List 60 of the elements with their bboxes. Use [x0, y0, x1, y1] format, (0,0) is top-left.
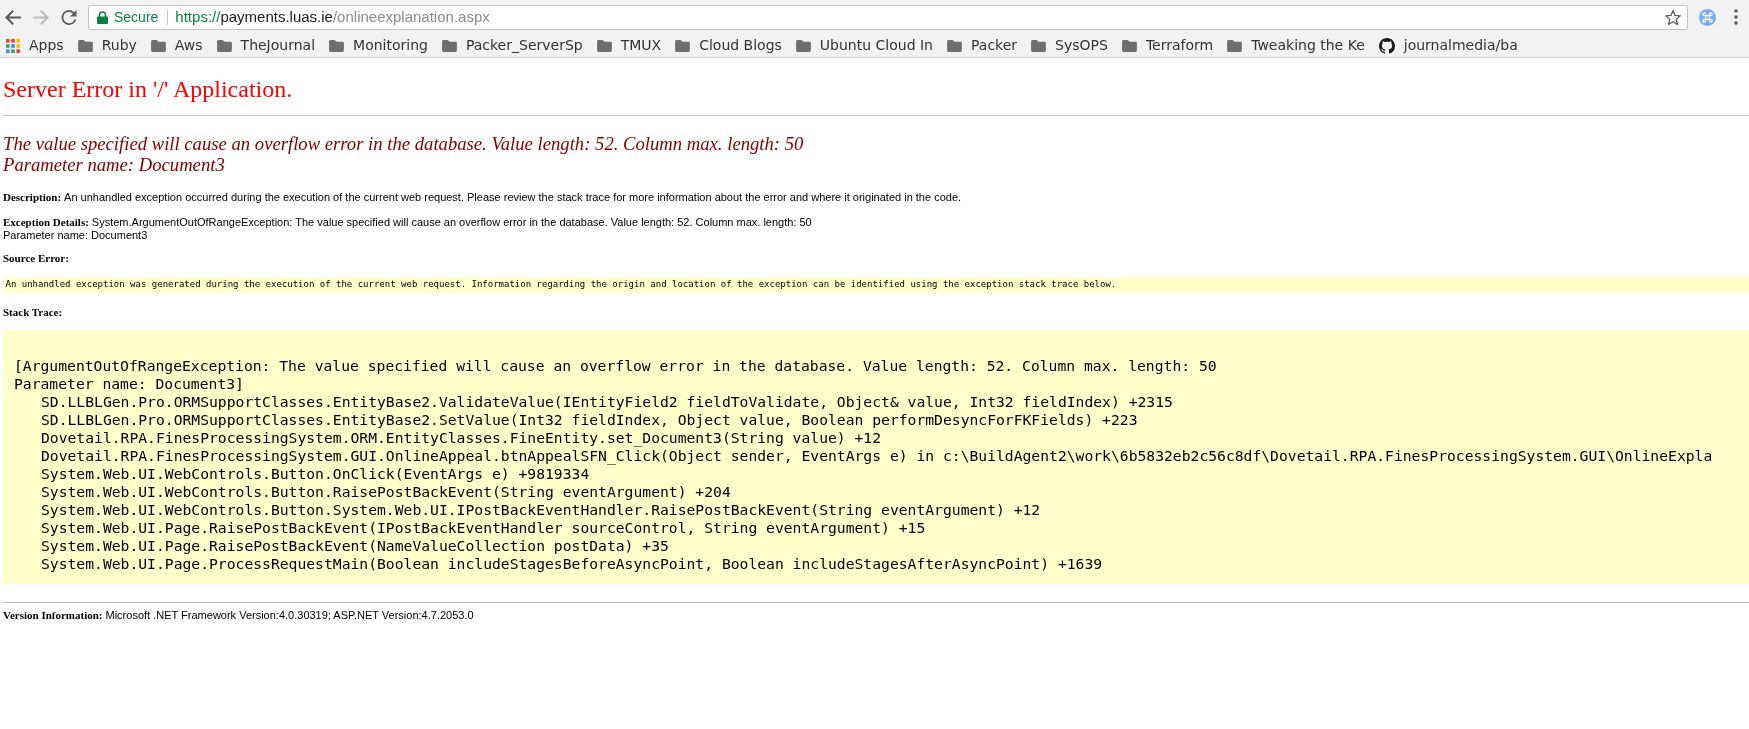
address-bar[interactable]: Secure https://payments.luas.ie/onlineexplanation.aspx	[88, 4, 1688, 30]
stack-trace-line: System.Web.UI.WebControls.Button.RaisePostBackEvent(String eventArgument) +204	[41, 483, 731, 501]
description-text: An unhandled exception occurred during the execution of the current web request. Please review the stack trace for more information about the error and where it originated in the code.	[64, 191, 962, 204]
page-title: Server Error in '/' Application.	[3, 75, 293, 103]
folder-icon	[216, 39, 232, 52]
source-error-label: Source Error:	[3, 251, 69, 265]
bookmark-item[interactable]: Ruby	[77, 34, 137, 57]
folder-icon	[795, 39, 811, 52]
folder-icon	[1031, 39, 1047, 52]
version-information-text: Microsoft .NET Framework Version:4.0.30319; ASP.NET Version:4.7.2053.0	[105, 608, 474, 622]
star-icon[interactable]	[1665, 9, 1681, 25]
reload-icon[interactable]	[61, 9, 77, 25]
folder-icon	[150, 39, 166, 52]
bookmark-item[interactable]: Tweaking the Ke	[1227, 34, 1365, 57]
bookmark-item[interactable]: SysOPS	[1031, 34, 1108, 57]
bookmark-item[interactable]: Monitoring	[329, 34, 428, 57]
bookmark-item[interactable]: Packer	[947, 34, 1018, 57]
exception-details-text: Parameter name: Document3	[3, 228, 148, 242]
stack-trace-line: System.Web.UI.WebControls.Button.System.Web.UI.IPostBackEventHandler.RaisePostBackEvent(String eventArgument) +12	[41, 501, 1041, 519]
bookmark-item[interactable]: Cloud Blogs	[675, 34, 782, 57]
cat-logo-icon	[1378, 37, 1395, 54]
stack-trace-line: System.Web.UI.Page.RaisePostBackEvent(IPostBackEventHandler sourceControl, String eventArgument) +15	[41, 519, 926, 537]
stack-trace-line: Dovetail.RPA.FinesProcessingSystem.GUI.OnlineAppeal.btnAppealSFN_Click(Object sender, EventArgs e) in c:\BuildAgent2\work\6b5832eb2c56c8df\Dovetail.RPA.FinesProcessingSystem.GUI\OnlineExpla	[41, 447, 1713, 465]
bookmark-item[interactable]: Ubuntu Cloud In	[795, 34, 933, 57]
error-message: The value specified will cause an overflow error in the database. Value length: 52. Column max. length: 50 Parameter name: Document3	[3, 132, 804, 175]
folder-icon	[1121, 39, 1137, 52]
apps-grid-icon	[6, 38, 20, 53]
bookmark-item[interactable]: TheJournal	[216, 34, 316, 57]
stack-trace-label: Stack Trace:	[3, 305, 63, 319]
back-arrow-icon[interactable]	[5, 9, 21, 25]
stack-trace-line: System.Web.UI.WebControls.Button.OnClick(EventArgs e) +9819334	[41, 465, 590, 483]
folder-icon	[947, 39, 962, 52]
bookmark-item[interactable]: TMUX	[596, 34, 662, 57]
bookmark-item[interactable]: Terraform	[1121, 34, 1214, 57]
menu-icon[interactable]	[1734, 9, 1738, 25]
folder-icon	[441, 39, 457, 52]
stack-trace-line: Dovetail.RPA.FinesProcessingSystem.ORM.EntityClasses.FineEntity.set_Document3(String value) +12	[41, 429, 882, 447]
version-information-label: Version Information:	[3, 608, 103, 622]
stack-trace-line: [ArgumentOutOfRangeException: The value specified will cause an overflow error in the database. Value length: 52. Column max. length: 50	[14, 357, 1217, 375]
folder-icon	[675, 39, 691, 52]
bookmark-item[interactable]: journalmedia/ba	[1378, 34, 1518, 57]
folder-icon	[1227, 39, 1243, 52]
exception-details-text: System.ArgumentOutOfRangeException: The value specified will cause an overflow error in the database. Value length: 52. Column max. length: 50	[91, 215, 812, 229]
lock-icon	[97, 10, 108, 24]
stack-trace-line: System.Web.UI.Page.ProcessRequestMain(Boolean includeStagesBeforeAsyncPoint, Boolean includeStagesAfterAsyncPoint) +1639	[41, 555, 1103, 573]
bookmark-item[interactable]: Aws	[150, 34, 203, 57]
folder-icon	[77, 39, 93, 52]
exception-details-label: Exception Details:	[3, 215, 89, 229]
source-error-message: An unhandled exception was generated during the execution of the current web request. Information regarding the origin and location of the exception can be identified using the exception stack trace below.	[5, 278, 1117, 292]
stack-trace-line: SD.LLBLGen.Pro.ORMSupportClasses.EntityBase2.ValidateValue(IEntityField2 fieldToValidate, Object& value, Int32 fieldIndex) +2315	[41, 393, 1173, 411]
description-label: Description:	[3, 191, 62, 204]
stack-trace-line: Parameter name: Document3]	[14, 375, 244, 393]
stack-trace-line: System.Web.UI.Page.RaisePostBackEvent(NameValueCollection postData) +35	[41, 537, 669, 555]
stack-trace-line: SD.LLBLGen.Pro.ORMSupportClasses.EntityBase2.SetValue(Int32 fieldIndex, Object value, Boolean performDesyncForFKFields) +223	[41, 411, 1138, 429]
bookmark-item[interactable]: Packer_ServerSp	[441, 34, 583, 57]
bookmark-item[interactable]: Apps	[6, 34, 64, 57]
folder-icon	[596, 39, 612, 52]
security-indicator[interactable]: Secure	[114, 6, 159, 28]
url-text[interactable]: https://payments.luas.ie/onlineexplanation.aspx	[175, 5, 490, 29]
folder-icon	[329, 39, 345, 52]
